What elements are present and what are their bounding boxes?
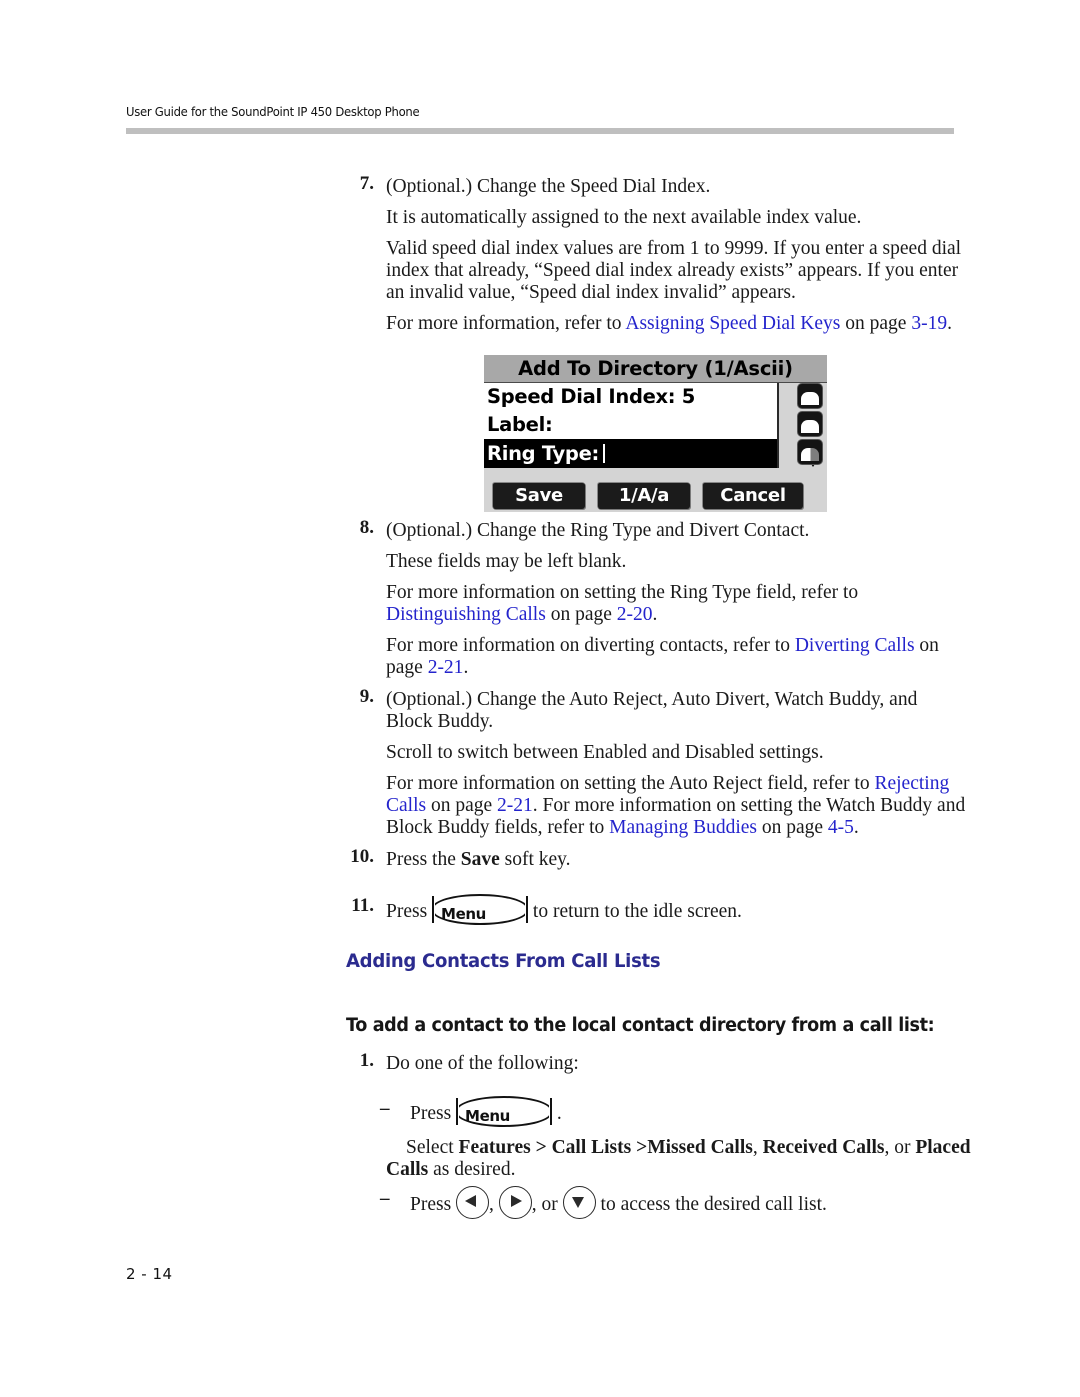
nav-right-icon[interactable] <box>498 1186 532 1219</box>
link-page-3-19[interactable]: 3-19 <box>911 313 947 334</box>
lcd-line-key-icons <box>797 383 825 467</box>
xref-mid-text: on page <box>840 313 912 334</box>
step-10-post: soft key. <box>499 849 571 870</box>
page-footer: 2 - 14 <box>126 1265 173 1283</box>
step-10-softkey-name: Save <box>460 849 500 870</box>
step-10-text: Press the Save soft key. <box>386 845 986 876</box>
step-9-paragraph-line-3: Block Buddy fields, refer to Managing Bu… <box>386 813 986 844</box>
line-key-icon-2 <box>797 411 823 437</box>
bullet-1-text: Press Menu . <box>410 1096 970 1130</box>
menu-hardware-key-icon[interactable]: Menu <box>432 894 529 925</box>
bullet-1-pre: Press <box>410 1103 457 1124</box>
bullet-2-text: Press , , or to access the desired call … <box>410 1186 980 1221</box>
lcd-softkey-bar: Save 1/A/a Cancel <box>484 474 827 512</box>
bullet-2-sep-1: , <box>489 1194 499 1215</box>
link-assigning-speed-dial-keys[interactable]: Assigning Speed Dial Keys <box>625 313 840 334</box>
line-key-icon-1 <box>797 383 823 409</box>
link-managing-buddies[interactable]: Managing Buddies <box>609 817 757 838</box>
step-7-line-2: It is automatically assigned to the next… <box>386 207 862 228</box>
bullet-1-post: . <box>552 1103 562 1124</box>
page-header: User Guide for the SoundPoint IP 450 Des… <box>126 104 954 134</box>
header-rule <box>126 128 954 134</box>
nav-left-icon[interactable] <box>456 1186 490 1219</box>
step-8-number: 8. <box>359 517 374 538</box>
lcd-row-speed-dial-index: Speed Dial Index: 5 <box>487 385 696 408</box>
step-8-paragraph-2-line-2: Distinguishing Calls on page 2-20. <box>386 600 986 631</box>
menu-path-calls-word: Calls <box>386 1159 429 1180</box>
lcd-row-label: Label: <box>487 413 553 436</box>
step-11-pre: Press <box>386 901 433 922</box>
step-11-post: to return to the idle screen. <box>528 901 742 922</box>
bullet-2-pre: Press <box>410 1194 457 1215</box>
procedure-subheading: To add a contact to the local contact di… <box>346 1015 935 1036</box>
step-8-line-2: These fields may be left blank. <box>386 551 627 572</box>
step-8-para3-pagelabel: page <box>386 657 428 678</box>
link-page-2-20[interactable]: 2-20 <box>617 604 653 625</box>
step-7-paragraph-c: an invalid value, “Speed dial index inva… <box>386 282 796 303</box>
phone-lcd-screenshot: Add To Directory (1/Ascii) Speed Dial In… <box>484 355 827 512</box>
step-11-number: 11. <box>351 895 374 916</box>
step-9-line-3: Scroll to switch between Enabled and Dis… <box>386 742 824 763</box>
bullet-2-dash: – <box>380 1188 390 1209</box>
menu-hardware-key-icon-2[interactable]: Menu <box>456 1096 553 1127</box>
step-9-para-blockbuddy: Block Buddy fields, refer to <box>386 817 610 838</box>
step-8-line-1: (Optional.) Change the Ring Type and Div… <box>386 520 810 541</box>
step-11-text: Press Menu to return to the idle screen. <box>386 894 986 928</box>
step-8-para2-end: . <box>652 604 658 625</box>
step-8-paragraph-3-line-2: page 2-21. <box>386 653 986 684</box>
lcd-row-ring-type-text: Ring Type: <box>487 442 600 465</box>
step-8-para3-end: . <box>463 657 469 678</box>
procedure-step-1-number: 1. <box>359 1050 374 1071</box>
menu-path-as-desired: as desired. <box>428 1159 516 1180</box>
bullet-2-post: to access the desired call list. <box>595 1194 827 1215</box>
xref-end-text: . <box>947 313 952 334</box>
link-page-4-5[interactable]: 4-5 <box>828 817 854 838</box>
step-9-para-end: . <box>853 817 859 838</box>
step-9-number: 9. <box>359 686 374 707</box>
softkey-save[interactable]: Save <box>492 481 585 509</box>
menu-key-label: Menu <box>441 905 486 923</box>
step-10-number: 10. <box>350 846 374 867</box>
bullet-1-dash: – <box>380 1098 390 1119</box>
bullet-2-sep-2: , or <box>531 1194 563 1215</box>
step-7-number: 7. <box>359 173 374 194</box>
step-10-pre: Press the <box>386 849 461 870</box>
link-distinguishing-calls[interactable]: Distinguishing Calls <box>386 604 546 625</box>
line-key-icon-3 <box>797 439 823 465</box>
menu-key-label-2: Menu <box>465 1107 510 1125</box>
procedure-step-1-text: Do one of the following: <box>386 1053 579 1074</box>
step-7-line-1: (Optional.) Change the Speed Dial Index. <box>386 176 711 197</box>
xref-lead-text: For more information, refer to <box>386 313 626 334</box>
text-cursor-icon <box>603 444 606 463</box>
running-head: User Guide for the SoundPoint IP 450 Des… <box>126 104 420 119</box>
softkey-1aa[interactable]: 1/A/a <box>597 481 690 509</box>
lcd-row-ring-type: Ring Type: <box>484 439 777 469</box>
step-9-line-2: Block Buddy. <box>386 711 494 732</box>
softkey-cancel[interactable]: Cancel <box>702 481 803 509</box>
step-9-para-onpage2: on page <box>756 817 828 838</box>
step-8-para2-mid: on page <box>545 604 617 625</box>
lcd-field-list: Speed Dial Index: 5 Label: Ring Type: <box>484 383 818 469</box>
menu-path-line-2: Calls as desired. <box>386 1155 956 1186</box>
lcd-title-bar: Add To Directory (1/Ascii) <box>484 355 827 383</box>
link-page-2-21-a[interactable]: 2-21 <box>428 657 464 678</box>
step-7-crossref: For more information, refer to Assigning… <box>386 309 986 340</box>
nav-down-icon[interactable] <box>562 1186 596 1219</box>
section-heading-adding-contacts: Adding Contacts From Call Lists <box>346 950 661 972</box>
